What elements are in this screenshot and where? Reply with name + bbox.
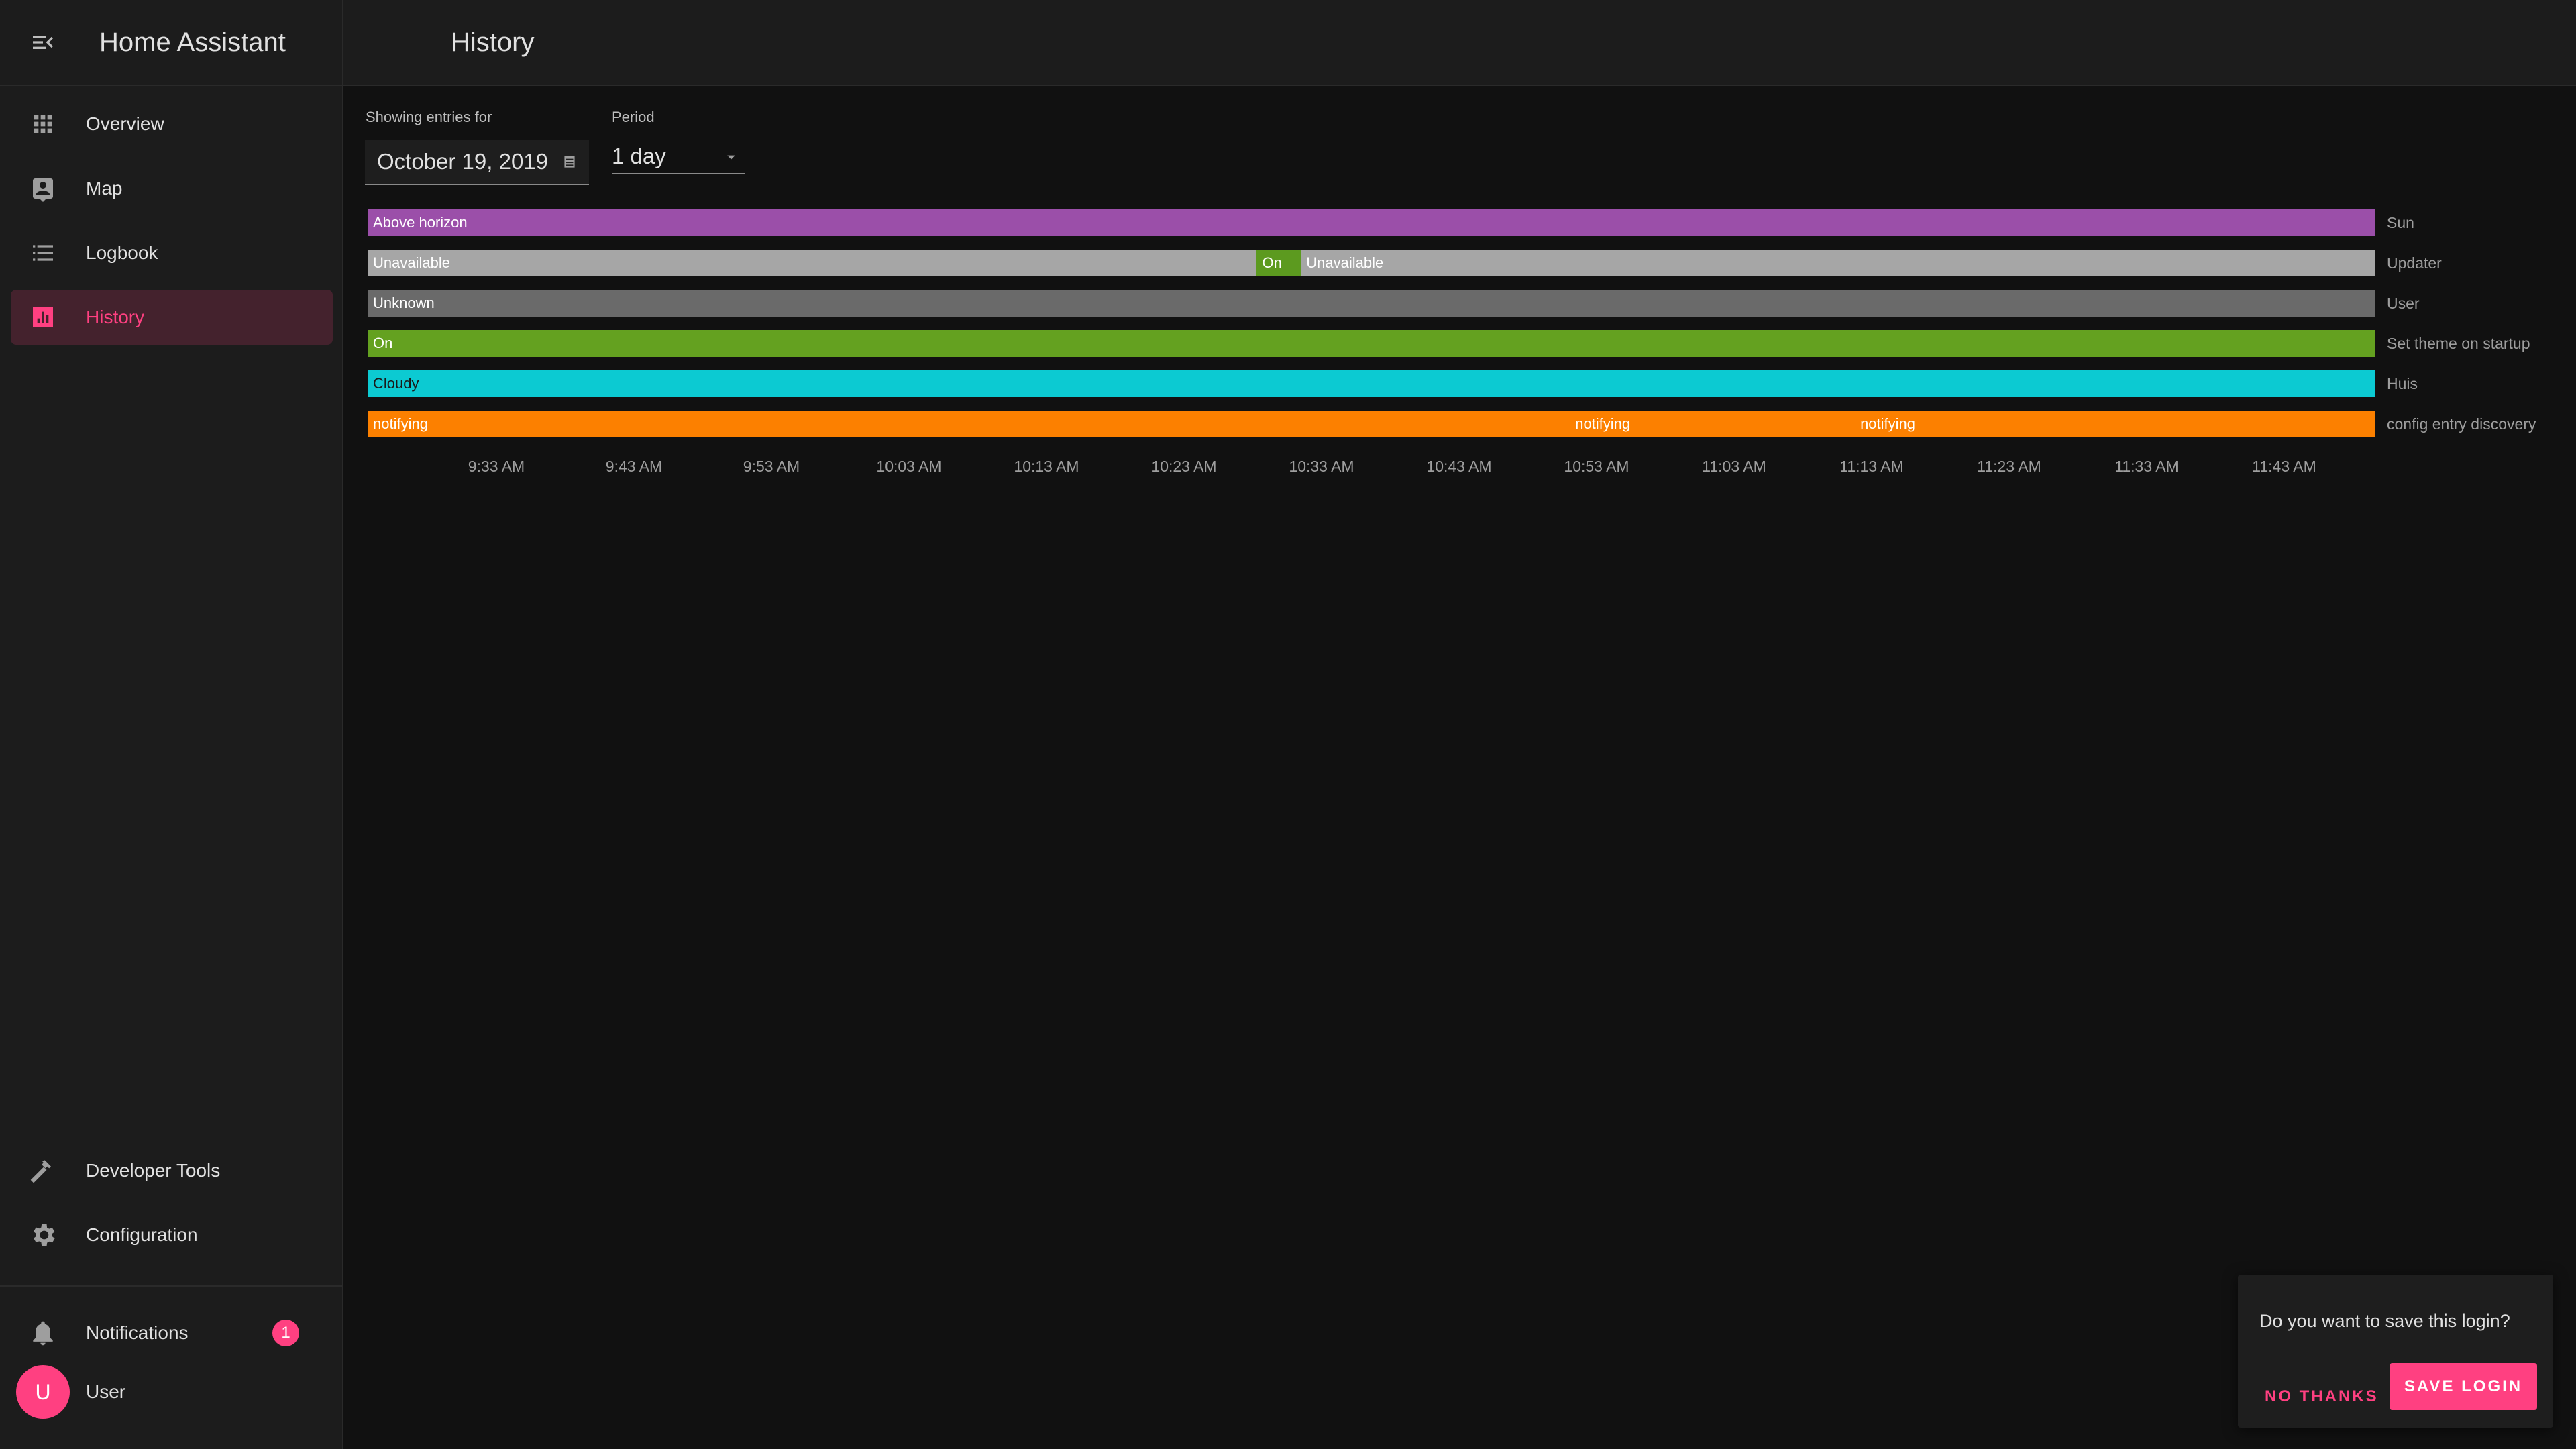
timeline-entity-label: Sun bbox=[2387, 214, 2414, 231]
time-axis-tick: 10:03 AM bbox=[876, 458, 942, 475]
timeline-entity-label: Set theme on startup bbox=[2387, 335, 2530, 352]
menu-toggle-button[interactable] bbox=[0, 0, 86, 85]
time-axis-tick: 11:03 AM bbox=[1702, 458, 1766, 475]
list-icon bbox=[11, 239, 75, 266]
time-axis-tick: 10:23 AM bbox=[1151, 458, 1217, 475]
period-label: Period bbox=[612, 109, 655, 125]
hammer-icon bbox=[11, 1156, 75, 1185]
sidebar-item-map[interactable]: Map bbox=[11, 161, 333, 216]
sidebar-item-overview[interactable]: Overview bbox=[11, 97, 333, 152]
calendar-icon bbox=[564, 156, 575, 168]
period-value: 1 day bbox=[612, 144, 666, 168]
sidebar-item-configuration[interactable]: Configuration bbox=[11, 1208, 333, 1263]
timeline-bar: Above horizon bbox=[368, 209, 2375, 236]
timeline-row: On Set theme on startup bbox=[368, 330, 2575, 357]
avatar: U bbox=[16, 1365, 70, 1419]
time-axis-tick: 10:13 AM bbox=[1014, 458, 1079, 475]
page-title: History bbox=[451, 27, 535, 57]
timeline-segment[interactable]: Unavailable bbox=[368, 250, 1257, 276]
timeline-segment[interactable]: Unknown bbox=[368, 290, 2375, 317]
save-login-toast: Do you want to save this login? NO THANK… bbox=[2238, 1275, 2553, 1428]
timeline-segment[interactable]: Cloudy bbox=[368, 370, 2375, 397]
timeline-bar: Cloudy bbox=[368, 370, 2375, 397]
timeline-segment[interactable]: notifying bbox=[1855, 411, 2375, 437]
timeline-row: notifying notifying notifying config entry … bbox=[368, 411, 2575, 437]
app-title: Home Assistant bbox=[99, 27, 286, 57]
toast-message: Do you want to save this login? bbox=[2259, 1311, 2510, 1331]
timeline-segment[interactable]: Unavailable bbox=[1301, 250, 2375, 276]
timeline-bar: notifying notifying notifying bbox=[368, 411, 2375, 437]
sidebar-item-developer-tools[interactable]: Developer Tools bbox=[11, 1143, 333, 1198]
sidebar: Home Assistant Overview Map Logbook Hist… bbox=[0, 0, 343, 1449]
chart-bar-icon bbox=[11, 304, 75, 331]
timeline-segment[interactable]: Above horizon bbox=[368, 209, 2375, 236]
sidebar-item-notifications[interactable]: Notifications 1 bbox=[11, 1305, 333, 1360]
timeline-row: Unknown User bbox=[368, 290, 2575, 317]
timeline-bar: Unavailable On Unavailable bbox=[368, 250, 2375, 276]
sidebar-item-label: Logbook bbox=[86, 242, 158, 263]
timeline-segment[interactable]: notifying bbox=[1570, 411, 1856, 437]
timeline-entity-label: User bbox=[2387, 294, 2420, 312]
period-select[interactable]: 1 day bbox=[612, 140, 745, 174]
time-axis-tick: 9:53 AM bbox=[743, 458, 800, 475]
timeline-row: Cloudy Huis bbox=[368, 370, 2575, 397]
sidebar-item-label: History bbox=[86, 307, 145, 327]
time-axis-tick: 11:33 AM bbox=[2114, 458, 2179, 475]
bell-icon bbox=[11, 1318, 75, 1348]
timeline-segment[interactable]: notifying bbox=[368, 411, 1570, 437]
sidebar-item-logbook[interactable]: Logbook bbox=[11, 225, 333, 280]
sidebar-divider bbox=[0, 1285, 342, 1287]
timeline-row: Above horizon Sun bbox=[368, 209, 2575, 236]
time-axis-tick: 9:43 AM bbox=[605, 458, 663, 475]
sidebar-item-label: Developer Tools bbox=[86, 1160, 221, 1181]
sidebar-item-user[interactable]: U User bbox=[11, 1364, 333, 1419]
time-axis-tick: 10:33 AM bbox=[1289, 458, 1354, 475]
map-account-icon bbox=[11, 175, 75, 202]
app-header: History bbox=[343, 0, 2576, 86]
sidebar-item-label: Map bbox=[86, 178, 123, 199]
timeline-entity-label: Updater bbox=[2387, 254, 2442, 272]
sidebar-item-label: Configuration bbox=[86, 1224, 198, 1245]
sidebar-header: Home Assistant bbox=[0, 0, 342, 86]
timeline-entity-label: config entry discovery bbox=[2387, 415, 2536, 433]
date-picker-value: October 19, 2019 bbox=[377, 149, 549, 174]
sidebar-item-history[interactable]: History bbox=[11, 290, 333, 345]
time-axis-tick: 11:13 AM bbox=[1839, 458, 1904, 475]
chevron-down-icon bbox=[727, 155, 735, 160]
gear-icon bbox=[11, 1220, 75, 1250]
save-login-button[interactable]: SAVE LOGIN bbox=[2390, 1363, 2537, 1410]
notification-count-badge: 1 bbox=[272, 1320, 299, 1346]
sidebar-item-label: User bbox=[86, 1381, 126, 1402]
date-picker-input[interactable]: October 19, 2019 bbox=[365, 140, 589, 185]
avatar-wrap: U bbox=[11, 1365, 75, 1419]
timeline-segment[interactable]: On bbox=[368, 330, 2375, 357]
timeline-bar: On bbox=[368, 330, 2375, 357]
timeline-row: Unavailable On Unavailable Updater bbox=[368, 250, 2575, 276]
menu-open-icon bbox=[33, 36, 53, 49]
grid-icon bbox=[11, 111, 75, 138]
timeline-bar: Unknown bbox=[368, 290, 2375, 317]
time-axis-tick: 11:43 AM bbox=[2252, 458, 2316, 475]
timeline-segment[interactable]: On bbox=[1256, 250, 1301, 276]
no-thanks-button[interactable]: NO THANKS bbox=[2265, 1375, 2379, 1418]
sidebar-item-label: Notifications bbox=[86, 1322, 189, 1343]
sidebar-item-label: Overview bbox=[86, 113, 164, 134]
time-axis-tick: 9:33 AM bbox=[468, 458, 525, 475]
history-timeline: Above horizon Sun Unavailable On Unavailable… bbox=[368, 209, 2575, 491]
time-axis-tick: 10:43 AM bbox=[1426, 458, 1492, 475]
timeline-entity-label: Huis bbox=[2387, 375, 2418, 392]
time-axis-tick: 10:53 AM bbox=[1564, 458, 1629, 475]
date-picker-label: Showing entries for bbox=[366, 109, 492, 125]
time-axis-tick: 11:23 AM bbox=[1977, 458, 2041, 475]
